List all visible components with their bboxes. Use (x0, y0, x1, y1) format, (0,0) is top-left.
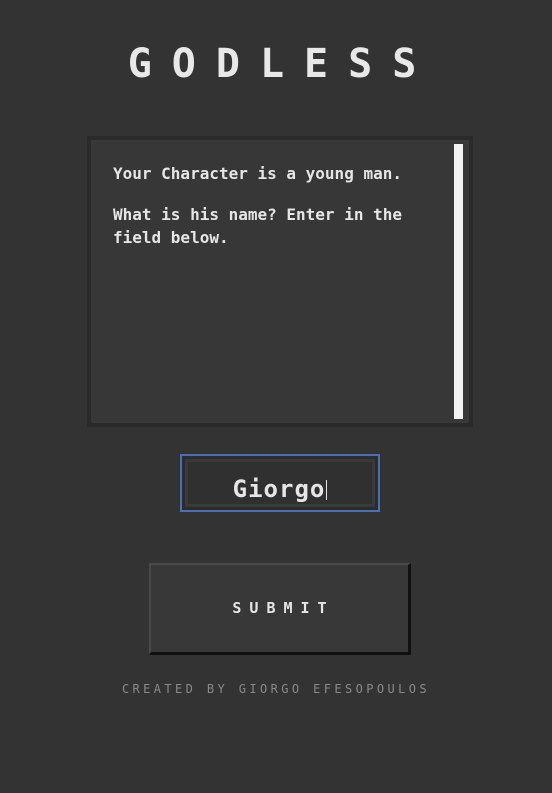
text-caret (326, 480, 328, 500)
submit-button[interactable]: SUBMIT (149, 563, 411, 655)
story-paragraph-2: What is his name? Enter in the field bel… (113, 205, 402, 247)
character-name-value[interactable]: Giorgo (233, 475, 326, 503)
story-text: Your Character is a young man. What is h… (113, 162, 443, 267)
game-title: GODLESS (127, 41, 437, 87)
submit-button-label: SUBMIT (232, 599, 335, 617)
story-paragraph-1: Your Character is a young man. (113, 164, 402, 183)
credit-text: CREATED BY GIORGO EFESOPOULOS (121, 682, 431, 696)
story-panel[interactable]: Your Character is a young man. What is h… (87, 136, 473, 427)
character-name-input[interactable]: Giorgo (180, 454, 380, 512)
story-scrollbar[interactable] (454, 144, 463, 419)
character-name-value-wrap[interactable]: Giorgo (188, 475, 372, 503)
story-panel-inner: Your Character is a young man. What is h… (93, 142, 467, 421)
character-name-input-inner[interactable]: Giorgo (185, 459, 375, 507)
